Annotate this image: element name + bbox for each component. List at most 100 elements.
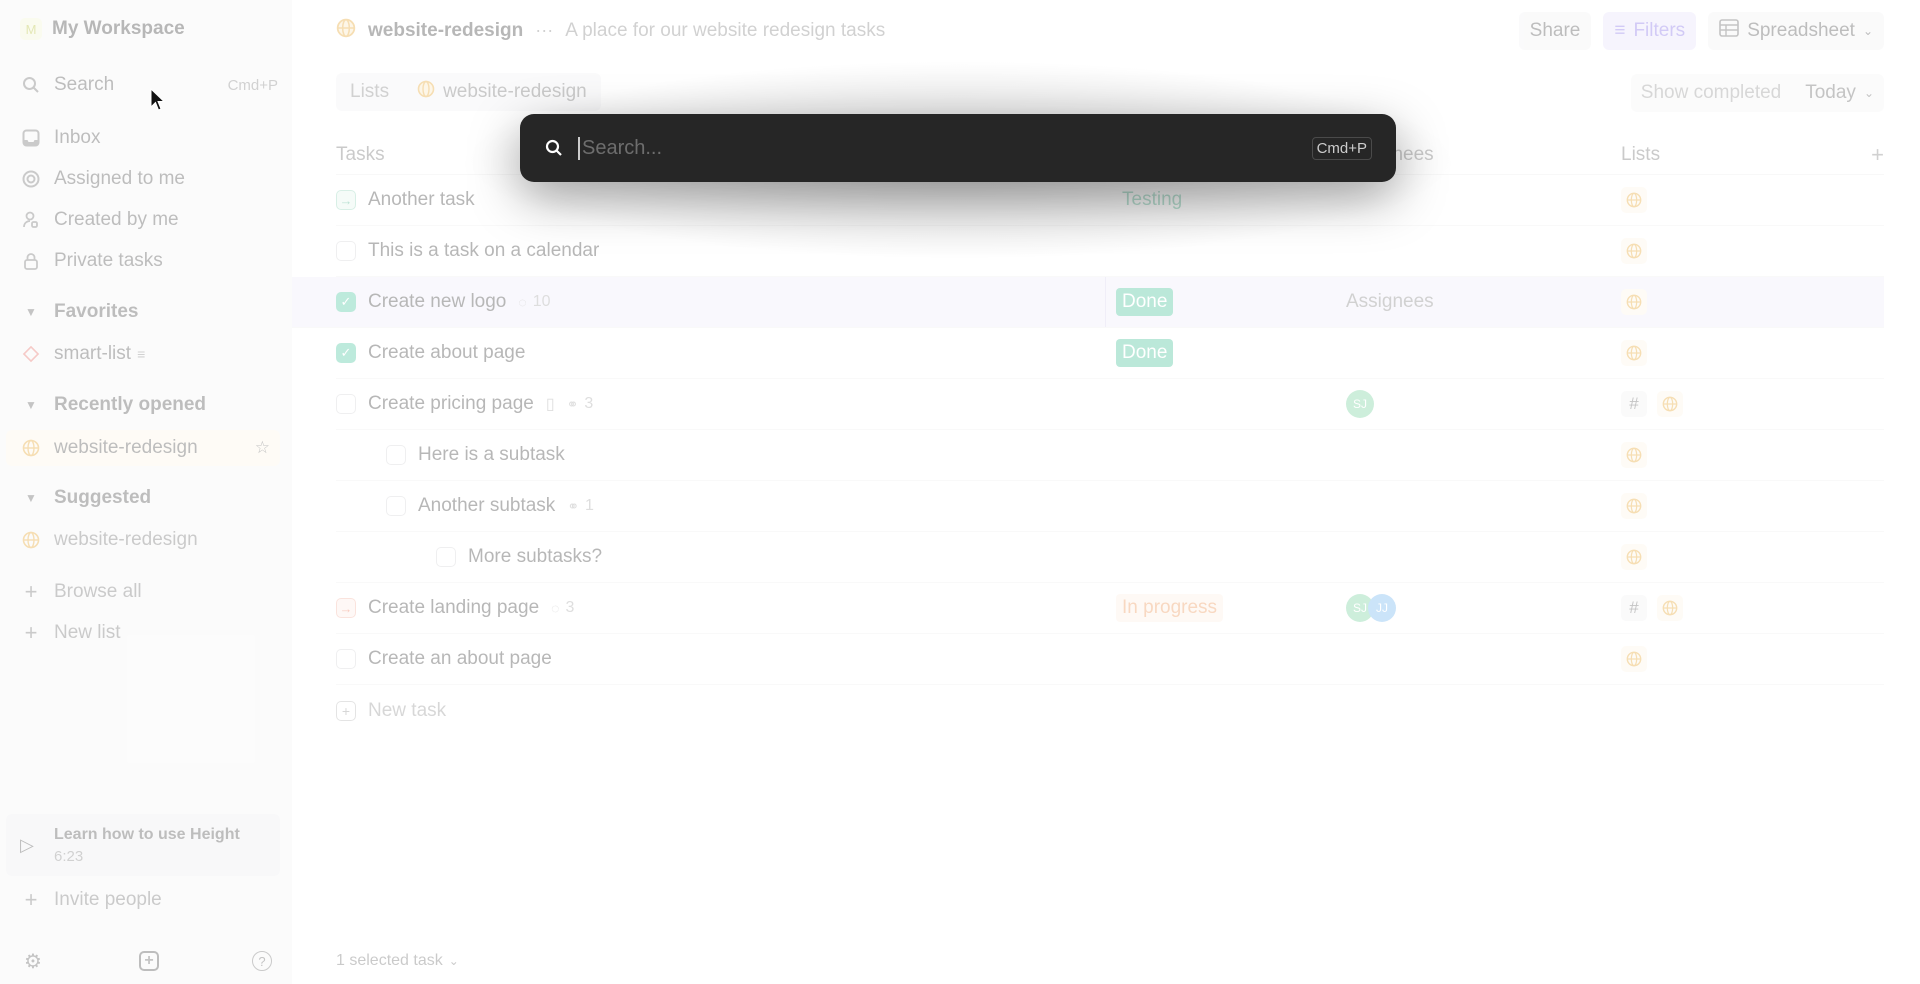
task-name[interactable]: Here is a subtask — [418, 444, 565, 466]
task-checkbox[interactable]: ✓ — [336, 292, 356, 312]
new-task-icon[interactable]: + — [139, 951, 159, 971]
sidebar: M My Workspace Search Cmd+P Inbox Assign… — [0, 0, 292, 984]
status-badge[interactable]: In progress — [1116, 594, 1224, 622]
filter-icon: ≡ — [1614, 20, 1626, 41]
view-controls: Show completed Today ⌄ — [1630, 74, 1884, 112]
workspace-switcher[interactable]: M My Workspace — [20, 18, 185, 40]
view-selector[interactable]: Spreadsheet ⌄ — [1708, 12, 1884, 50]
hash-tag-icon[interactable]: # — [1621, 595, 1647, 621]
chevron-down-icon: ⌄ — [1863, 86, 1874, 100]
task-name[interactable]: Another task — [368, 189, 475, 211]
section-suggested[interactable]: ▼ Suggested — [20, 487, 151, 509]
sidebar-item-suggested-website-redesign[interactable]: website-redesign — [20, 524, 278, 556]
task-checkbox[interactable] — [436, 547, 456, 567]
task-meta: ⚭ 1 — [567, 497, 594, 515]
task-meta: ◌ 3 — [551, 599, 574, 617]
globe-icon[interactable] — [1621, 340, 1647, 366]
browse-all-button[interactable]: + Browse all — [20, 576, 278, 608]
task-name[interactable]: Create landing page — [368, 597, 539, 619]
sidebar-search-label: Search — [54, 74, 115, 95]
list-title[interactable]: website-redesign — [368, 20, 523, 42]
section-title: Suggested — [54, 487, 152, 508]
section-favorites[interactable]: ▼ Favorites — [20, 301, 138, 323]
task-checkbox[interactable] — [336, 649, 356, 669]
task-checkbox[interactable]: → — [336, 598, 356, 618]
invite-people-button[interactable]: + Invite people — [20, 884, 278, 916]
table-row[interactable]: ✓ Create new logo ◌ 10 Done Assignees — [292, 277, 1884, 328]
avatar[interactable]: SJ — [1346, 390, 1374, 418]
globe-icon[interactable] — [1657, 391, 1683, 417]
help-icon[interactable]: ? — [252, 951, 272, 971]
status-badge[interactable]: Testing — [1116, 186, 1188, 214]
chip-website-redesign[interactable]: website-redesign — [417, 80, 587, 104]
globe-icon[interactable] — [1621, 646, 1647, 672]
sidebar-item-inbox[interactable]: Inbox — [20, 122, 278, 154]
assignee-placeholder[interactable]: Assignees — [1346, 291, 1434, 313]
more-icon[interactable]: ··· — [535, 20, 553, 41]
sidebar-search[interactable]: Search Cmd+P — [20, 69, 278, 101]
table-row[interactable]: Create an about page — [336, 634, 1884, 685]
command-search-input[interactable] — [578, 136, 1312, 160]
task-name[interactable]: Create about page — [368, 342, 525, 364]
shortcut-hint: Cmd+P — [1311, 136, 1372, 160]
table-row[interactable]: ✓ Create about page Done — [336, 328, 1884, 379]
globe-icon[interactable] — [1657, 595, 1683, 621]
sidebar-item-assigned[interactable]: Assigned to me — [20, 163, 278, 195]
table-row[interactable]: → Create landing page ◌ 3 In progress SJ JJ # — [336, 583, 1884, 634]
globe-icon — [417, 80, 435, 104]
status-badge[interactable]: Done — [1116, 288, 1174, 316]
task-checkbox[interactable] — [386, 445, 406, 465]
selection-dropdown[interactable]: 1 selected task ⌄ — [336, 952, 459, 970]
task-name[interactable]: This is a task on a calendar — [368, 240, 599, 262]
sidebar-item-smart-list[interactable]: smart-list ≡ — [20, 338, 278, 370]
share-button[interactable]: Share — [1518, 12, 1592, 50]
section-title: Recently opened — [54, 394, 207, 415]
list-description[interactable]: A place for our website redesign tasks — [565, 20, 885, 42]
add-column-icon[interactable]: + — [1871, 142, 1884, 168]
task-checkbox[interactable]: ✓ — [336, 343, 356, 363]
meta-count: 1 — [585, 497, 594, 514]
table-row[interactable]: Here is a subtask — [336, 430, 1884, 481]
gear-icon[interactable]: ⚙ — [20, 948, 46, 974]
task-name[interactable]: More subtasks? — [468, 546, 602, 568]
column-header-lists[interactable]: Lists + — [1621, 142, 1884, 168]
task-name[interactable]: Another subtask — [418, 495, 555, 517]
new-list-button[interactable]: + New list — [20, 617, 278, 649]
table-row[interactable]: Another subtask ⚭ 1 — [336, 481, 1884, 532]
sidebar-item-private[interactable]: Private tasks — [20, 245, 278, 277]
sidebar-item-website-redesign[interactable]: website-redesign ☆ — [6, 430, 280, 466]
date-range-selector[interactable]: Today ⌄ — [1805, 82, 1874, 104]
hash-tag-icon[interactable]: # — [1621, 391, 1647, 417]
table-row[interactable]: Create pricing page ▯ ⚭ 3 SJ # — [336, 379, 1884, 430]
globe-icon[interactable] — [1621, 238, 1647, 264]
play-icon: ▷ — [20, 834, 34, 855]
plus-icon: + — [24, 620, 38, 645]
show-completed-toggle[interactable]: Show completed — [1641, 82, 1781, 104]
task-name[interactable]: Create an about page — [368, 648, 552, 670]
filters-button[interactable]: ≡ Filters — [1603, 12, 1697, 50]
star-icon[interactable]: ☆ — [255, 438, 270, 458]
table-row[interactable]: More subtasks? — [336, 532, 1884, 583]
sidebar-item-created[interactable]: Created by me — [20, 204, 278, 236]
search-shortcut: Cmd+P — [227, 76, 278, 94]
learn-video-card[interactable]: ▷ Learn how to use Height 6:23 — [6, 814, 280, 876]
globe-icon[interactable] — [1621, 544, 1647, 570]
task-checkbox[interactable]: → — [336, 190, 356, 210]
globe-icon[interactable] — [1621, 442, 1647, 468]
section-recently-opened[interactable]: ▼ Recently opened — [20, 394, 206, 416]
task-name[interactable]: Create pricing page — [368, 393, 534, 415]
globe-icon[interactable] — [1621, 289, 1647, 315]
globe-icon[interactable] — [1621, 493, 1647, 519]
table-row[interactable]: This is a task on a calendar — [336, 226, 1884, 277]
new-task-button[interactable]: + New task — [336, 685, 1884, 736]
task-checkbox[interactable] — [336, 394, 356, 414]
browse-all-label: Browse all — [54, 581, 142, 602]
globe-icon[interactable] — [1621, 187, 1647, 213]
list-filter-chips[interactable]: Lists website-redesign — [336, 73, 601, 111]
status-badge[interactable]: Done — [1116, 339, 1174, 367]
task-name[interactable]: Create new logo — [368, 291, 506, 313]
task-checkbox[interactable] — [336, 241, 356, 261]
avatar[interactable]: JJ — [1368, 594, 1396, 622]
task-checkbox[interactable] — [386, 496, 406, 516]
table-row[interactable]: → Another task Testing — [336, 175, 1884, 226]
